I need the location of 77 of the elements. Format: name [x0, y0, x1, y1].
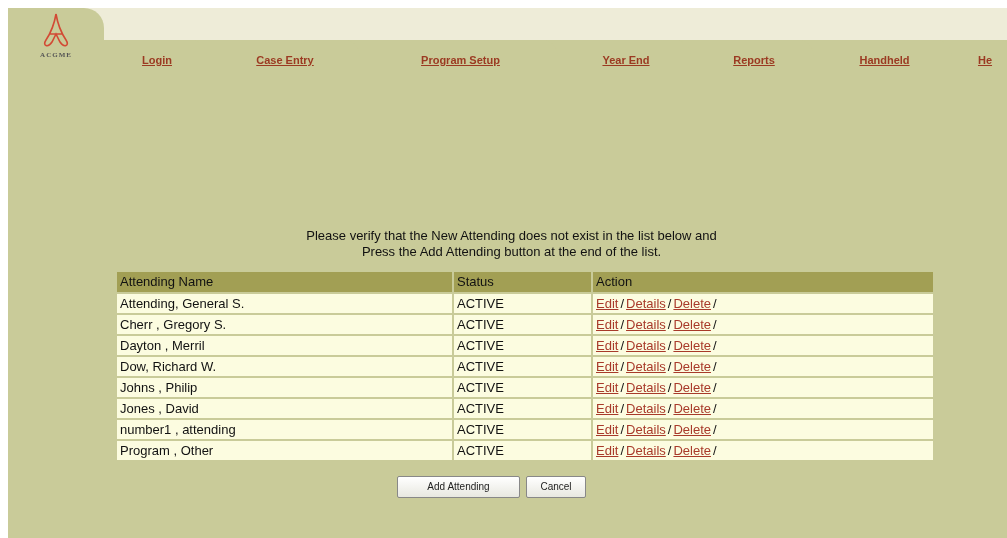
table-cell: ACTIVE	[454, 440, 591, 460]
action-link[interactable]: Edit	[596, 295, 619, 311]
action-link[interactable]: Edit	[596, 442, 619, 458]
separator-text: /	[713, 400, 717, 416]
action-link[interactable]: Delete	[673, 337, 711, 353]
table-cell: ACTIVE	[454, 314, 591, 334]
table-cell: Program , Other	[117, 440, 452, 460]
action-link[interactable]: Edit	[596, 358, 619, 374]
action-link[interactable]: Details	[626, 421, 666, 437]
table-cell: Johns , Philip	[117, 377, 452, 397]
separator-text: /	[620, 421, 625, 437]
action-link[interactable]: Edit	[596, 421, 619, 437]
nav-tab[interactable]: He	[977, 52, 993, 69]
separator-text: /	[667, 316, 672, 332]
table-cell: Attending, General S.	[117, 293, 452, 313]
action-link[interactable]: Details	[626, 295, 666, 311]
separator-text: /	[620, 379, 625, 395]
action-link[interactable]: Delete	[673, 442, 711, 458]
table-cell: Dow, Richard W.	[117, 356, 452, 376]
separator-text: /	[620, 358, 625, 374]
action-link[interactable]: Details	[626, 442, 666, 458]
separator-text: /	[667, 442, 672, 458]
nav-tab[interactable]: Case Entry	[256, 52, 314, 69]
form-button[interactable]: Cancel	[526, 475, 586, 498]
table-cell: Jones , David	[117, 398, 452, 418]
separator-text: /	[713, 316, 717, 332]
separator-text: /	[667, 400, 672, 416]
action-link[interactable]: Delete	[673, 400, 711, 416]
action-link[interactable]: Edit	[596, 337, 619, 353]
action-link[interactable]: Delete	[673, 358, 711, 374]
table-cell: Dayton , Merril	[117, 335, 452, 355]
action-link[interactable]: Delete	[673, 421, 711, 437]
separator-text: /	[667, 295, 672, 311]
action-link[interactable]: Details	[626, 379, 666, 395]
separator-text: /	[620, 337, 625, 353]
action-link[interactable]: Details	[626, 316, 666, 332]
action-link[interactable]: Details	[626, 337, 666, 353]
action-link[interactable]: Delete	[673, 379, 711, 395]
nav-tab[interactable]: Program Setup	[421, 52, 500, 69]
nav-tab[interactable]: Year End	[602, 52, 650, 69]
separator-text: /	[713, 358, 717, 374]
column-header: Status	[454, 272, 591, 292]
table-cell: ACTIVE	[454, 398, 591, 418]
separator-text: /	[620, 295, 625, 311]
separator-text: /	[667, 421, 672, 437]
separator-text: /	[667, 379, 672, 395]
action-link[interactable]: Details	[626, 358, 666, 374]
action-link[interactable]: Delete	[673, 316, 711, 332]
table-cell: Cherr , Gregory S.	[117, 314, 452, 334]
table-cell: ACTIVE	[454, 377, 591, 397]
action-link[interactable]: Details	[626, 400, 666, 416]
nav-tab[interactable]: Handheld	[859, 52, 910, 69]
table-cell: ACTIVE	[454, 419, 591, 439]
table-cell: ACTIVE	[454, 356, 591, 376]
separator-text: /	[713, 442, 717, 458]
separator-text: /	[667, 337, 672, 353]
nav-tab[interactable]: Reports	[733, 52, 775, 69]
action-link[interactable]: Edit	[596, 316, 619, 332]
column-header: Attending Name	[117, 272, 452, 292]
separator-text: /	[620, 400, 625, 416]
separator-text: /	[713, 421, 717, 437]
nav-tab[interactable]: Login	[142, 52, 172, 69]
form-button[interactable]: Add Attending	[397, 475, 520, 498]
separator-text: /	[620, 442, 625, 458]
separator-text: /	[667, 358, 672, 374]
separator-text: /	[620, 316, 625, 332]
instructions-text: Please verify that the New Attending does not exist in the list below and Press the Add Attending button at the end of the list.	[306, 228, 717, 260]
action-link[interactable]: Delete	[673, 295, 711, 311]
separator-text: /	[713, 379, 717, 395]
action-link[interactable]: Edit	[596, 400, 619, 416]
column-header: Action	[593, 272, 933, 292]
table-cell: number1 , attending	[117, 419, 452, 439]
table-cell: ACTIVE	[454, 293, 591, 313]
action-link[interactable]: Edit	[596, 379, 619, 395]
separator-text: /	[713, 337, 717, 353]
separator-text: /	[713, 295, 717, 311]
table-cell: ACTIVE	[454, 335, 591, 355]
